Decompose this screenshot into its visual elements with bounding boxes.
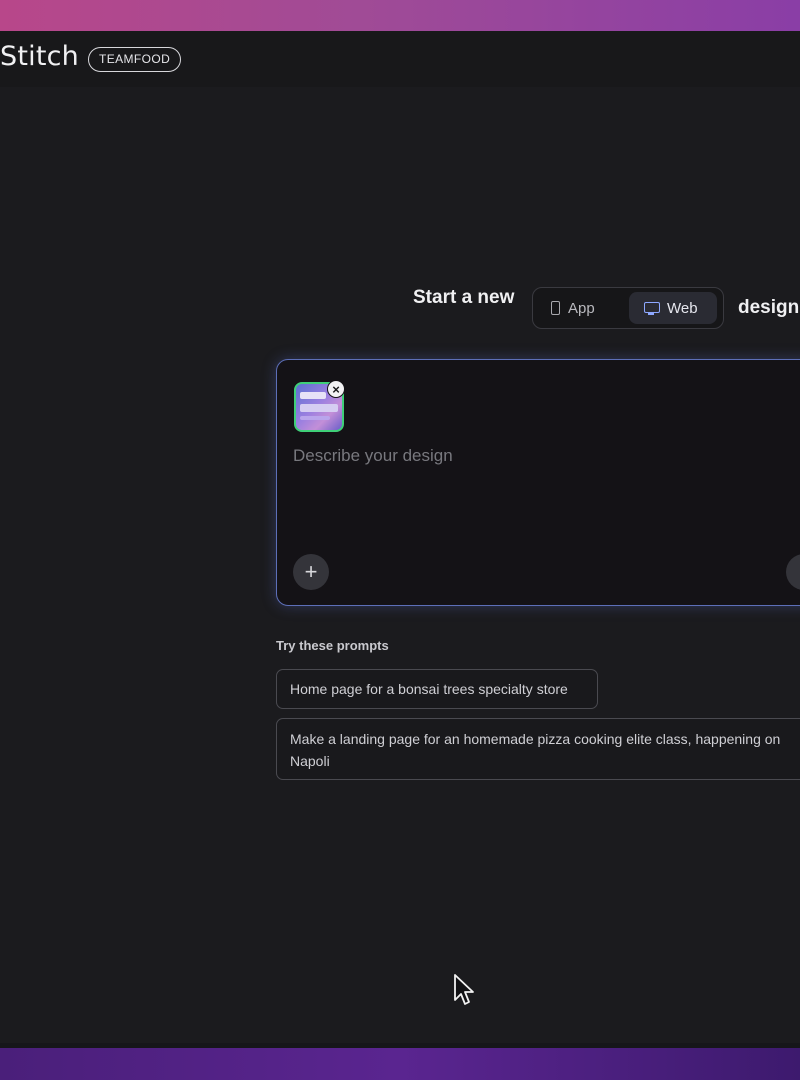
suggestions-title: Try these prompts bbox=[276, 638, 389, 653]
suggestion-chip-pizza[interactable]: Make a landing page for an homemade pizz… bbox=[276, 718, 800, 780]
start-heading-suffix: design bbox=[738, 297, 800, 318]
app-window: Stitch TEAMFOOD Start a new App Web desi… bbox=[0, 31, 800, 1048]
phone-icon bbox=[551, 301, 560, 315]
app-option[interactable]: App bbox=[537, 292, 629, 324]
prompt-box: × + bbox=[276, 359, 800, 606]
desktop-wallpaper-bottom bbox=[0, 1048, 800, 1080]
web-option[interactable]: Web bbox=[629, 292, 717, 324]
brand-logo[interactable]: Stitch bbox=[0, 41, 79, 72]
add-attachment-button[interactable]: + bbox=[293, 554, 329, 590]
platform-toggle: App Web bbox=[532, 287, 724, 329]
design-prompt-input[interactable] bbox=[293, 444, 800, 468]
remove-attachment-icon[interactable]: × bbox=[327, 380, 345, 398]
suggestion-chip-bonsai[interactable]: Home page for a bonsai trees specialty s… bbox=[276, 669, 598, 709]
teamfood-badge: TEAMFOOD bbox=[88, 47, 182, 72]
options-button[interactable] bbox=[786, 554, 800, 590]
start-row: Start a new bbox=[413, 287, 514, 309]
app-header: Stitch TEAMFOOD bbox=[0, 31, 800, 87]
desktop-wallpaper-top bbox=[0, 0, 800, 31]
start-heading: Start a new bbox=[413, 287, 515, 308]
mouse-cursor-icon bbox=[454, 974, 474, 1005]
monitor-icon bbox=[643, 301, 660, 315]
app-option-label: App bbox=[568, 299, 595, 317]
web-option-label: Web bbox=[667, 299, 698, 317]
